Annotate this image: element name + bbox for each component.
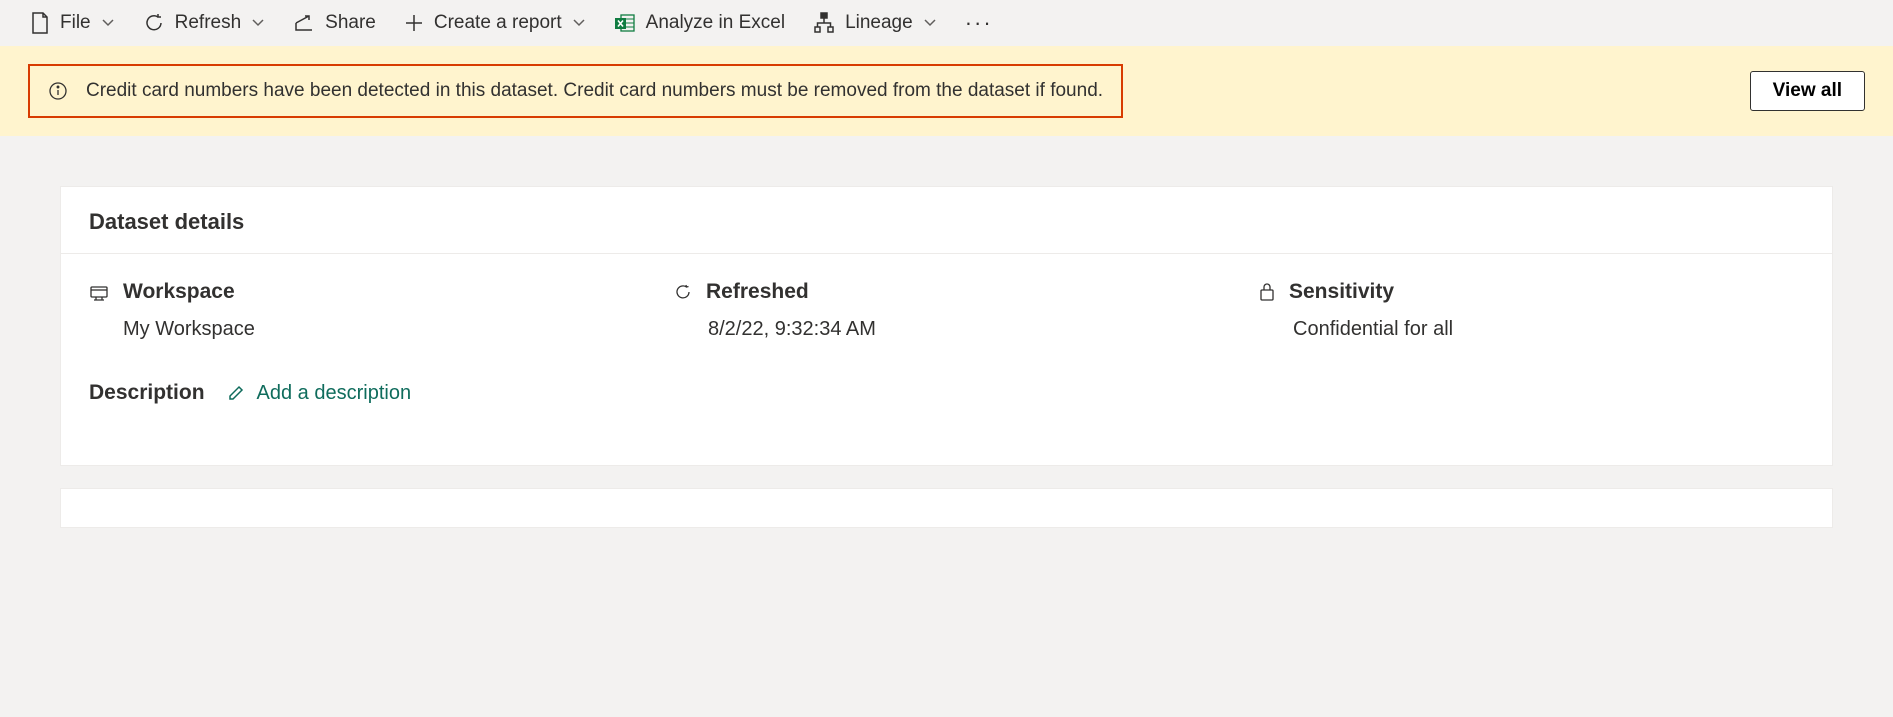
chevron-down-icon xyxy=(101,16,115,30)
create-report-button[interactable]: Create a report xyxy=(404,12,586,34)
more-icon: ··· xyxy=(965,10,993,36)
refreshed-label: Refreshed xyxy=(706,280,809,304)
workspace-icon xyxy=(89,283,109,301)
chevron-down-icon xyxy=(251,16,265,30)
toolbar: File Refresh Share Create a report xyxy=(0,0,1893,46)
view-all-button[interactable]: View all xyxy=(1750,71,1865,111)
info-icon xyxy=(48,81,68,101)
create-report-label: Create a report xyxy=(434,12,562,34)
refresh-icon xyxy=(674,283,692,301)
analyze-excel-button[interactable]: Analyze in Excel xyxy=(614,12,785,34)
sensitivity-label: Sensitivity xyxy=(1289,280,1394,304)
refresh-label: Refresh xyxy=(175,12,242,34)
description-row: Description Add a description xyxy=(61,381,1832,465)
share-label: Share xyxy=(325,12,376,34)
workspace-value: My Workspace xyxy=(123,318,634,341)
sensitivity-section: Sensitivity Confidential for all xyxy=(1259,280,1804,341)
plus-icon xyxy=(404,13,424,33)
file-menu[interactable]: File xyxy=(30,11,115,35)
excel-icon xyxy=(614,12,636,34)
lineage-label: Lineage xyxy=(845,12,913,34)
add-description-text: Add a description xyxy=(257,382,412,405)
more-options-button[interactable]: ··· xyxy=(965,10,993,36)
refresh-icon xyxy=(143,12,165,34)
next-card xyxy=(60,488,1833,528)
chevron-down-icon xyxy=(923,16,937,30)
lineage-button[interactable]: Lineage xyxy=(813,12,937,34)
pencil-icon xyxy=(227,384,245,402)
analyze-excel-label: Analyze in Excel xyxy=(646,12,785,34)
share-button[interactable]: Share xyxy=(293,12,376,34)
alert-highlight: Credit card numbers have been detected i… xyxy=(28,64,1123,118)
alert-banner: Credit card numbers have been detected i… xyxy=(0,46,1893,136)
refresh-button[interactable]: Refresh xyxy=(143,12,266,34)
file-icon xyxy=(30,11,50,35)
chevron-down-icon xyxy=(572,16,586,30)
refreshed-section: Refreshed 8/2/22, 9:32:34 AM xyxy=(674,280,1219,341)
add-description-link[interactable]: Add a description xyxy=(227,382,412,405)
sensitivity-value: Confidential for all xyxy=(1293,318,1804,341)
card-title: Dataset details xyxy=(61,187,1832,254)
alert-message: Credit card numbers have been detected i… xyxy=(86,80,1103,102)
file-label: File xyxy=(60,12,91,34)
lineage-icon xyxy=(813,12,835,34)
dataset-details-card: Dataset details Workspace My Workspace xyxy=(60,186,1833,466)
lock-icon xyxy=(1259,282,1275,302)
workspace-label: Workspace xyxy=(123,280,235,304)
workspace-section: Workspace My Workspace xyxy=(89,280,634,341)
content-area: Dataset details Workspace My Workspace xyxy=(0,136,1893,548)
share-icon xyxy=(293,13,315,33)
description-label: Description xyxy=(89,381,205,405)
refreshed-value: 8/2/22, 9:32:34 AM xyxy=(708,318,1219,341)
